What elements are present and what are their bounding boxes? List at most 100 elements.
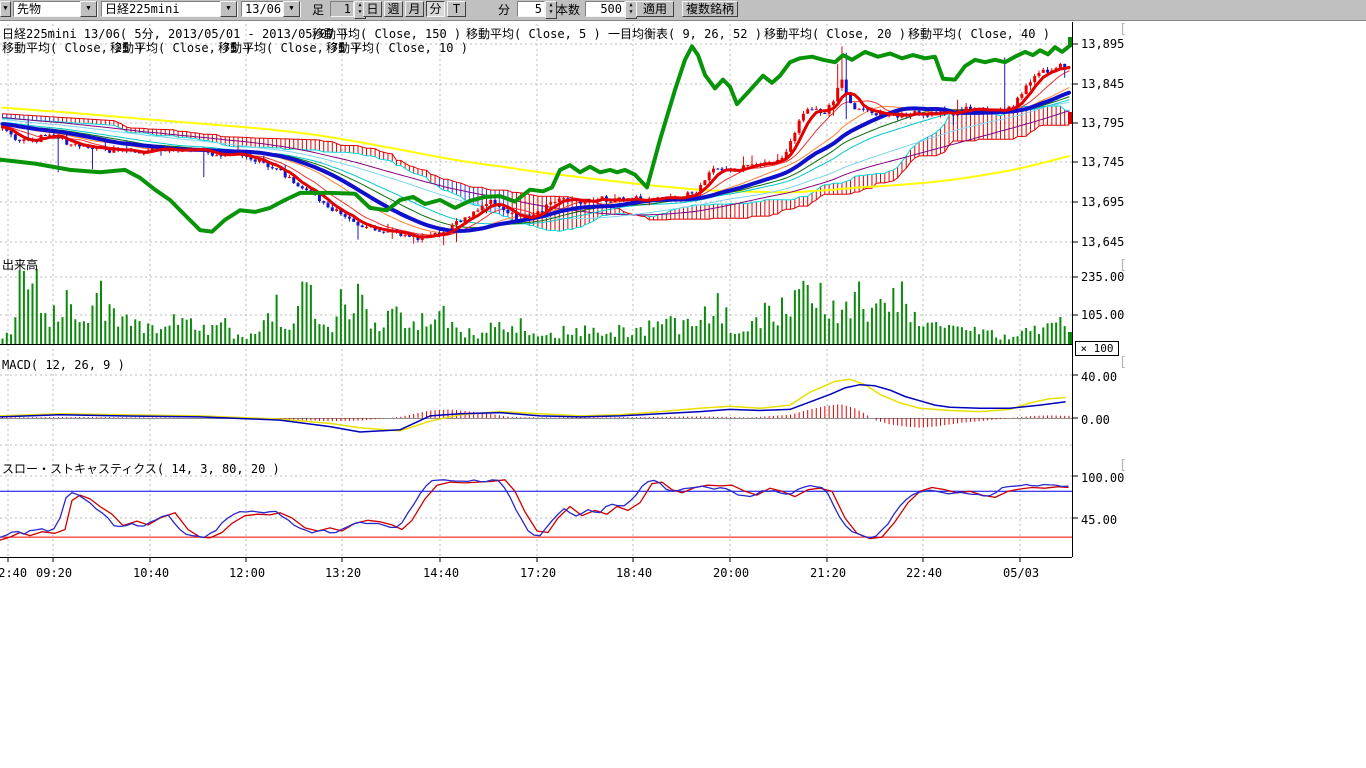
candle-body	[335, 209, 338, 211]
candle-body	[485, 204, 488, 206]
candle-body	[305, 188, 308, 190]
stochastics-pane	[0, 480, 1072, 540]
price-pane	[0, 46, 1070, 246]
candle-body	[746, 165, 749, 166]
price-axis-label: 13,895	[1081, 37, 1124, 51]
candle-body	[703, 180, 706, 185]
candle-body	[712, 169, 715, 173]
candle-body	[810, 109, 813, 110]
candle-body	[840, 80, 843, 88]
candle-body	[716, 169, 719, 170]
time-axis-label: 21:20	[810, 566, 846, 580]
candle-body	[554, 202, 557, 203]
chart-plot-area[interactable]	[0, 0, 1366, 600]
pane-resize-marker: [	[1119, 258, 1127, 273]
candle-body	[1020, 94, 1023, 98]
volume-axis-label: 105.00	[1081, 308, 1124, 322]
price-axis-label: 13,795	[1081, 116, 1124, 130]
candle-body	[562, 198, 565, 199]
time-axis-label: 22:40	[0, 566, 27, 580]
candle-body	[327, 203, 330, 208]
candle-body	[48, 135, 51, 136]
last-value-marker	[1068, 112, 1072, 124]
candle-body	[506, 210, 509, 213]
candle-body	[288, 177, 291, 178]
candle-body	[459, 221, 462, 222]
candle-body	[609, 202, 612, 203]
candle-body	[297, 183, 300, 186]
candle-body	[806, 109, 809, 113]
candle-body	[361, 226, 364, 228]
candle-body	[476, 210, 479, 211]
price-axis-label: 13,745	[1081, 155, 1124, 169]
stoch-percent-k-line	[0, 480, 1068, 538]
candle-body	[853, 103, 856, 109]
candle-body	[875, 113, 878, 115]
candle-body	[481, 206, 484, 210]
macd-pane	[0, 379, 1072, 432]
candle-body	[356, 222, 359, 226]
candle-body	[751, 164, 754, 165]
time-axis-label: 12:00	[229, 566, 265, 580]
candle-body	[858, 109, 861, 110]
macd-axis-label: 40.00	[1081, 370, 1117, 384]
time-axis-label: 13:20	[325, 566, 361, 580]
legend-item: 一目均衡表( 9, 26, 52 )	[608, 25, 762, 42]
candle-body	[798, 121, 801, 133]
macd-signal-line	[0, 379, 1065, 431]
stoch-axis-label: 100.00	[1081, 471, 1124, 485]
candle-body	[14, 134, 17, 139]
candle-body	[22, 139, 25, 141]
candle-body	[708, 172, 711, 180]
time-axis-label: 10:40	[133, 566, 169, 580]
senkou-span-b-line	[3, 114, 1070, 220]
candle-body	[832, 101, 835, 105]
candle-body	[1042, 70, 1045, 73]
senkou-span-a-line	[3, 106, 1070, 231]
candle-body	[691, 192, 694, 193]
candle-body	[802, 114, 805, 121]
pane-resize-marker: [	[1119, 355, 1127, 370]
candle-body	[254, 160, 257, 162]
candle-body	[862, 109, 865, 110]
price-axis-label: 13,695	[1081, 195, 1124, 209]
candle-body	[849, 95, 852, 103]
candle-body	[18, 140, 21, 141]
candle-body	[331, 207, 334, 211]
time-axis-label: 14:40	[423, 566, 459, 580]
time-axis-label: 20:00	[713, 566, 749, 580]
candle-body	[215, 155, 218, 156]
candle-body	[789, 141, 792, 152]
stochastics-panel-label: スロー・ストキャスティクス( 14, 3, 80, 20 )	[2, 460, 280, 477]
stoch-axis-label: 45.00	[1081, 513, 1117, 527]
macd-axis-label: 0.00	[1081, 413, 1110, 427]
candle-body	[275, 168, 278, 169]
candle-body	[502, 207, 505, 210]
candle-body	[1046, 70, 1049, 73]
candle-body	[549, 202, 552, 204]
candle-body	[823, 113, 826, 114]
price-axis-label: 13,645	[1081, 235, 1124, 249]
candle-body	[1029, 82, 1032, 85]
volume-axis-label: 235.00	[1081, 270, 1124, 284]
candle-body	[1033, 76, 1036, 82]
ma10-line	[3, 71, 1070, 236]
candle-body	[271, 167, 274, 168]
time-axis-label: 17:20	[520, 566, 556, 580]
time-axis-label: 05/03	[1003, 566, 1039, 580]
legend-item: 移動平均( Close, 20 )	[764, 25, 906, 42]
legend-item: 移動平均( Close, 10 )	[326, 39, 468, 56]
lagging-span-line	[0, 46, 1070, 232]
pane-resize-marker: [	[1119, 22, 1127, 37]
candle-body	[301, 186, 304, 188]
candle-body	[468, 217, 471, 218]
time-axis-label: 18:40	[616, 566, 652, 580]
candle-body	[489, 200, 492, 204]
candle-body	[1037, 73, 1040, 76]
axes	[0, 22, 1078, 562]
volume-multiplier-badge: × 100	[1075, 341, 1119, 356]
candle-body	[541, 211, 544, 212]
candle-body	[378, 230, 381, 231]
candle-body	[1025, 86, 1028, 95]
candle-body	[365, 227, 368, 228]
